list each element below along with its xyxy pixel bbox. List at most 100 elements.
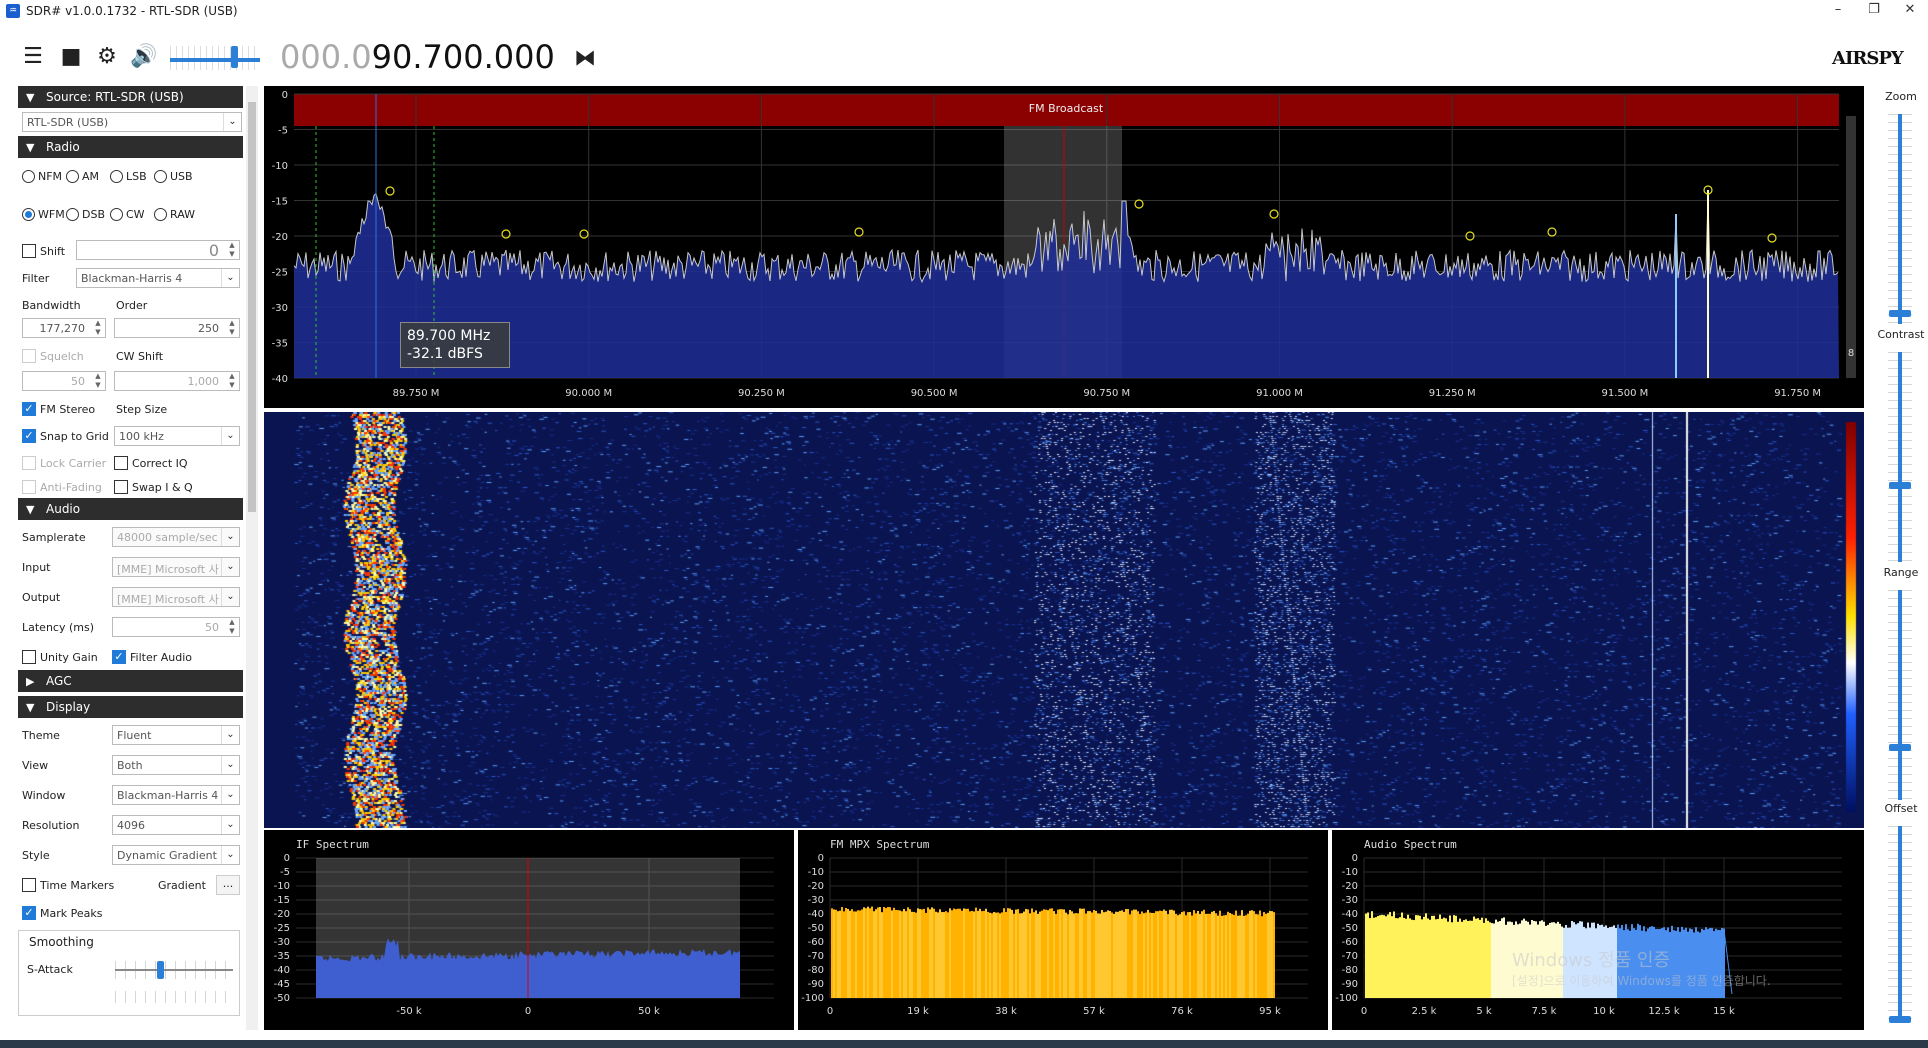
squelch-input[interactable]: 50 ▲ ▼ — [22, 371, 106, 391]
tooltip-level: -32.1 dBFS — [407, 346, 483, 362]
filter-audio-checkbox[interactable]: ✓ Filter Audio — [112, 650, 192, 664]
squelch-checkbox[interactable]: Squelch — [22, 349, 84, 363]
chevron-down-icon: ⌄ — [221, 588, 239, 606]
mode-radio-dsb[interactable]: DSB — [66, 208, 105, 221]
shift-checkbox[interactable]: Shift — [22, 244, 65, 258]
mode-label: CW — [126, 208, 145, 221]
mark-peaks-checkbox[interactable]: ✓ Mark Peaks — [22, 906, 102, 920]
contrast-slider[interactable] — [1898, 352, 1902, 562]
audio-output-select[interactable]: [MME] Microsoft 사 ⌄ — [112, 587, 240, 607]
restore-button[interactable]: ❐ — [1856, 0, 1892, 22]
correct-iq-checkbox[interactable]: Correct IQ — [114, 456, 188, 470]
x-tick-label: 15 k — [1713, 1006, 1735, 1017]
s-attack-slider[interactable] — [115, 969, 233, 971]
range-thumb[interactable] — [1889, 744, 1911, 751]
y-tick-label: -90 — [1342, 979, 1358, 990]
spectrum-analyzer[interactable]: FM Broadcast 0 -5 -10 -15 -20 -25 -30 -35 -40 89.7… — [264, 86, 1864, 408]
resolution-label: Resolution — [22, 819, 80, 832]
anti-fading-checkbox[interactable]: Anti-Fading — [22, 480, 102, 494]
swap-frequency-icon[interactable]: ⧓ — [574, 46, 596, 71]
scale-bar — [1846, 116, 1856, 378]
speaker-icon[interactable]: 🔊 — [130, 46, 157, 68]
peak-marker — [385, 186, 395, 196]
x-tick-label: -50 k — [396, 1006, 422, 1017]
offset-slider[interactable] — [1898, 826, 1902, 1022]
minimize-button[interactable]: – — [1820, 0, 1856, 22]
gradient-button[interactable]: ... — [216, 875, 240, 895]
waterfall[interactable] — [264, 412, 1864, 828]
shift-input[interactable]: 0 ▲ ▼ — [76, 240, 240, 260]
mode-radio-raw[interactable]: RAW — [154, 208, 195, 221]
bandwidth-input[interactable]: 177,270 ▲ ▼ — [22, 318, 106, 338]
theme-select[interactable]: Fluent ⌄ — [112, 725, 240, 745]
x-tick-label: 91.250 M — [1429, 388, 1476, 399]
window-select[interactable]: Blackman-Harris 4 ⌄ — [112, 785, 240, 805]
y-tick-label: -20 — [272, 232, 288, 243]
audio-header[interactable]: ▼ Audio — [18, 498, 243, 520]
contrast-thumb[interactable] — [1889, 482, 1911, 489]
peak-marker — [1269, 209, 1279, 219]
source-select[interactable]: RTL-SDR (USB) ⌄ — [22, 112, 242, 132]
lock-carrier-checkbox[interactable]: Lock Carrier — [22, 456, 106, 470]
resolution-select[interactable]: 4096 ⌄ — [112, 815, 240, 835]
view-label: View — [22, 759, 49, 772]
mode-radio-am[interactable]: AM — [66, 170, 99, 183]
mode-radio-cw[interactable]: CW — [110, 208, 145, 221]
sidebar-scrollbar[interactable] — [246, 86, 258, 1030]
mode-label: RAW — [170, 208, 195, 221]
s-attack-label: S-Attack — [27, 963, 73, 976]
chevron-down-icon: ⌄ — [221, 558, 239, 576]
x-tick-label: 90.250 M — [738, 388, 785, 399]
mode-label: LSB — [126, 170, 147, 183]
mode-radio-wfm[interactable]: WFM — [22, 208, 65, 221]
gear-icon[interactable]: ⚙ — [94, 46, 120, 68]
x-tick-label: 57 k — [1083, 1006, 1105, 1017]
fm-mpx-spectrum-title: FM MPX Spectrum — [830, 838, 930, 851]
order-input[interactable]: 250 ▲ ▼ — [114, 318, 240, 338]
cwshift-input[interactable]: 1,000 ▲ ▼ — [114, 371, 240, 391]
audio-spectrum-panel[interactable]: 0 -10 -20 -30 -40 -50 -60 -70 -80 -90 -100 0 2.5 k5 … — [1332, 830, 1864, 1030]
if-spectrum-panel[interactable]: 0 -5 -10 -15 -20 -25 -30 -35 -40 -45 -50 -50 k 0 50 k… — [264, 830, 794, 1030]
close-button[interactable]: ✕ — [1892, 0, 1928, 22]
y-tick-label: -50 — [1342, 923, 1358, 934]
peak-marker — [1767, 233, 1777, 243]
range-slider[interactable] — [1898, 590, 1902, 800]
waterfall-canvas[interactable] — [264, 412, 1864, 828]
volume-slider[interactable] — [170, 40, 260, 70]
time-markers-checkbox[interactable]: Time Markers — [22, 878, 114, 892]
latency-input[interactable]: 50 ▲ ▼ — [112, 617, 240, 637]
radio-header[interactable]: ▼ Radio — [18, 136, 243, 158]
smoothing-label: Smoothing — [29, 935, 94, 949]
order-label: Order — [116, 299, 148, 312]
zoom-thumb[interactable] — [1889, 310, 1911, 317]
display-header[interactable]: ▼ Display — [18, 696, 243, 718]
stop-icon[interactable]: ■ — [58, 46, 84, 68]
menu-icon[interactable]: ☰ — [20, 46, 46, 68]
mode-radio-usb[interactable]: USB — [154, 170, 193, 183]
view-select[interactable]: Both ⌄ — [112, 755, 240, 775]
frequency-display[interactable]: 000.090.700.000 — [280, 38, 555, 76]
mode-radio-nfm[interactable]: NFM — [22, 170, 62, 183]
unity-gain-checkbox[interactable]: Unity Gain — [22, 650, 98, 664]
y-tick-label: -20 — [1342, 881, 1358, 892]
stepsize-label: Step Size — [116, 403, 168, 416]
filter-select[interactable]: Blackman-Harris 4 ⌄ — [76, 268, 240, 288]
source-header[interactable]: ▼ Source: RTL-SDR (USB) — [18, 86, 243, 108]
samplerate-select[interactable]: 48000 sample/sec ⌄ — [112, 527, 240, 547]
swap-iq-checkbox[interactable]: Swap I & Q — [114, 480, 193, 494]
style-select[interactable]: Dynamic Gradient ⌄ — [112, 845, 240, 865]
fm-stereo-checkbox[interactable]: ✓ FM Stereo — [22, 402, 95, 416]
y-tick-label: 0 — [282, 90, 288, 101]
mode-radio-lsb[interactable]: LSB — [110, 170, 147, 183]
audio-input-select[interactable]: [MME] Microsoft 사 ⌄ — [112, 557, 240, 577]
mode-label: USB — [170, 170, 193, 183]
agc-header[interactable]: ▶ AGC — [18, 670, 243, 692]
step-size-select[interactable]: 100 kHz ⌄ — [114, 426, 240, 446]
offset-thumb[interactable] — [1889, 1016, 1911, 1023]
snap-to-grid-checkbox[interactable]: ✓ Snap to Grid — [22, 429, 109, 443]
zoom-slider[interactable] — [1898, 114, 1902, 324]
fm-mpx-spectrum-panel[interactable]: 0 -10 -20 -30 -40 -50 -60 -70 -80 -90 -100 0 19 k 38 … — [798, 830, 1328, 1030]
s-attack-thumb[interactable] — [157, 961, 164, 979]
x-tick-label: 10 k — [1593, 1006, 1615, 1017]
x-tick-label: 0 — [525, 1006, 531, 1017]
